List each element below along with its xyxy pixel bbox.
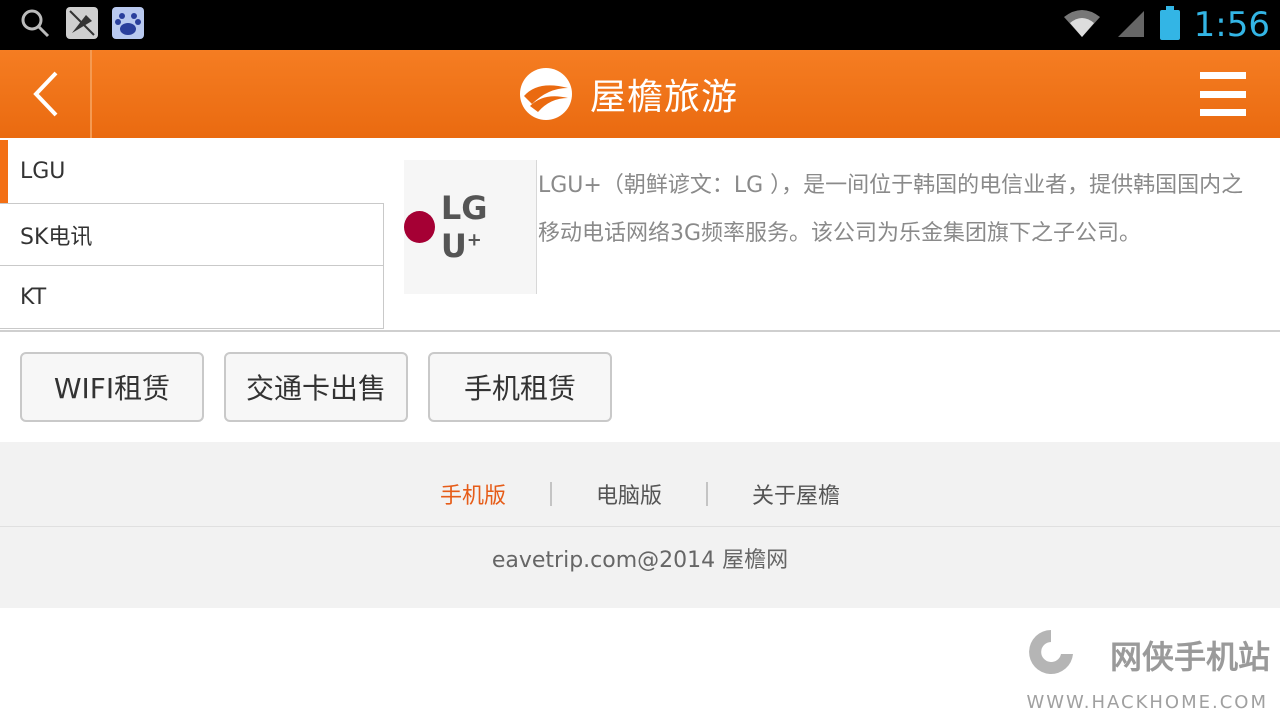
watermark: 网侠手机站 WWW.HACKHOME.COM: [1025, 626, 1270, 716]
system-indicators: 1:56: [1062, 0, 1270, 50]
carrier-logo: LG U+: [404, 160, 537, 294]
watermark-title: 网侠手机站: [1109, 638, 1270, 676]
copyright: eavetrip.com@2014 屋檐网: [491, 548, 789, 573]
logo-name: LG U: [440, 189, 488, 265]
section-divider: [0, 330, 1280, 332]
phone-rental-button[interactable]: 手机租赁: [428, 352, 612, 422]
logo-icon: [520, 68, 572, 120]
service-buttons: WIFI租赁 交通卡出售 手机租赁: [20, 352, 612, 422]
wifi-rental-button[interactable]: WIFI租赁: [20, 352, 204, 422]
back-button[interactable]: [0, 50, 90, 138]
clock: 1:56: [1193, 5, 1270, 45]
carrier-item-lgu[interactable]: LGU: [0, 140, 384, 203]
menu-bar: [1200, 90, 1246, 98]
silent-notification-icon: [66, 7, 98, 39]
menu-bar: [1200, 109, 1246, 116]
footer: 手机版 电脑版 关于屋檐 eavetrip.com@2014 屋檐网: [0, 442, 1280, 608]
app-header: 屋檐旅游: [0, 50, 1280, 138]
carrier-detail: LG U+ LGU+（朝鲜谚文：LG ），是一间位于韩国的电信业者，提供韩国国内…: [384, 140, 1280, 330]
lg-circle-icon: [404, 211, 435, 243]
status-bar: 1:56: [0, 0, 1280, 50]
footer-link-desktop[interactable]: 电脑版: [552, 478, 706, 510]
page-title: 屋檐旅游: [590, 77, 739, 118]
logo-plus: +: [466, 229, 482, 251]
carrier-description: LGU+（朝鲜谚文：LG ），是一间位于韩国的电信业者，提供韩国国内之移动电话网…: [538, 173, 1244, 246]
watermark-url: WWW.HACKHOME.COM: [1026, 692, 1268, 713]
watermark-logo-icon: [1029, 630, 1073, 674]
footer-divider: [0, 526, 1280, 527]
carrier-item-kt[interactable]: KT: [0, 266, 384, 329]
carrier-item-sk[interactable]: SK电讯: [0, 203, 384, 266]
chevron-left-icon: [33, 71, 58, 117]
header-divider: [90, 50, 92, 138]
footer-links: 手机版 电脑版 关于屋檐: [0, 466, 1280, 522]
baidu-icon: [112, 7, 144, 39]
wifi-icon: [1062, 7, 1102, 43]
hamburger-menu-icon: [1200, 72, 1246, 79]
notification-icons: [18, 6, 144, 40]
menu-button[interactable]: [1200, 72, 1246, 116]
cell-signal-icon: [1116, 7, 1146, 43]
carrier-list: LGU SK电讯 KT: [0, 140, 384, 329]
battery-icon: [1159, 6, 1180, 40]
transit-card-button[interactable]: 交通卡出售: [224, 352, 408, 422]
footer-link-about[interactable]: 关于屋檐: [708, 478, 884, 510]
brand: 屋檐旅游: [518, 64, 738, 124]
logo-text: LG U+: [441, 189, 536, 265]
footer-link-mobile[interactable]: 手机版: [396, 478, 550, 510]
search-icon: [18, 6, 52, 40]
